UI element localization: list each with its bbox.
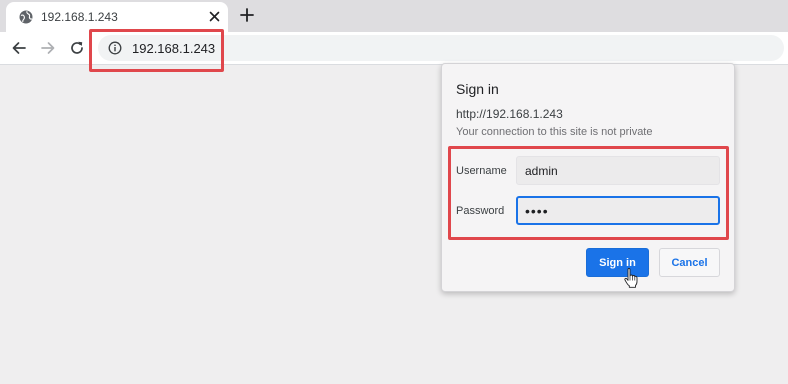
- username-field[interactable]: [516, 156, 720, 185]
- username-label: Username: [456, 165, 507, 177]
- arrow-left-icon[interactable]: [11, 40, 27, 56]
- dialog-title: Sign in: [456, 81, 499, 97]
- address-bar[interactable]: 192.168.1.243: [98, 35, 784, 61]
- connection-warning: Your connection to this site is not priv…: [456, 126, 653, 138]
- sign-in-button[interactable]: Sign in: [586, 248, 649, 277]
- password-label: Password: [456, 205, 505, 217]
- browser-toolbar: 192.168.1.243: [0, 32, 788, 65]
- globe-icon: [19, 10, 33, 24]
- arrow-right-icon[interactable]: [40, 40, 56, 56]
- url-text[interactable]: 192.168.1.243: [132, 41, 215, 56]
- cancel-button[interactable]: Cancel: [659, 248, 720, 277]
- tab-strip: 192.168.1.243: [0, 0, 788, 32]
- browser-tab[interactable]: 192.168.1.243: [6, 2, 228, 32]
- info-icon[interactable]: [108, 41, 122, 55]
- dialog-site-url: http://192.168.1.243: [456, 107, 563, 121]
- close-icon[interactable]: [209, 11, 220, 22]
- password-field[interactable]: [516, 196, 720, 225]
- reload-icon[interactable]: [69, 40, 85, 56]
- tab-title: 192.168.1.243: [41, 10, 118, 24]
- plus-icon[interactable]: [240, 8, 254, 22]
- sign-in-dialog: Sign in http://192.168.1.243 Your connec…: [441, 63, 735, 292]
